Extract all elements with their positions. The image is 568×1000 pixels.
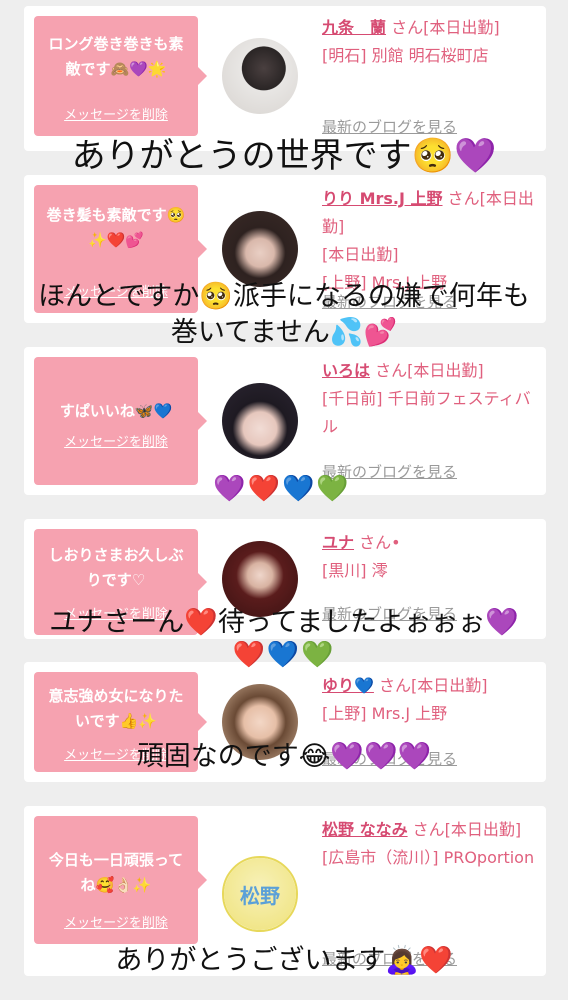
overlay-caption-4a: ユナさーん❤️待ってましたよぉぉぉ💜	[49, 607, 519, 638]
message-text: すぱいいね🦋💙	[59, 402, 173, 420]
overlay-hearts-1: 💜❤️💙💚	[213, 474, 351, 504]
delete-message-link[interactable]: メッセージを削除	[34, 911, 198, 936]
cast-status: さん[本日出勤]	[412, 820, 522, 839]
message-text: 意志強め女になりたいです👍✨	[48, 687, 184, 730]
cast-info: 松野 ななみ さん[本日出勤] [広島市（流川）] PROportion	[322, 816, 536, 872]
message-text: 巻き髪も素敵です🥺✨❤️💕	[46, 206, 186, 249]
cast-location: [黒川] 澪	[322, 561, 388, 580]
avatar-text: 松野	[240, 883, 280, 908]
overlay-caption-2a: ほんとですか🥺派手になるの嫌で何年も	[38, 281, 530, 312]
delete-message-link[interactable]: メッセージを削除	[34, 103, 198, 128]
message-text: 今日も一日頑張ってね🥰👌🏻✨	[48, 851, 184, 894]
cast-name-link[interactable]: ゆり💙	[322, 676, 374, 695]
cast-name-link[interactable]: 松野 ななみ	[322, 820, 408, 839]
cast-name-link[interactable]: ユナ	[322, 533, 354, 552]
cast-info: ユナ さん• [黒川] 澪	[322, 529, 536, 585]
cast-status: さん•	[359, 533, 401, 552]
overlay-caption-1: ありがとうの世界です🥺💜	[71, 136, 497, 176]
avatar[interactable]: 松野	[222, 856, 298, 932]
cast-location: [上野] Mrs.J 上野	[322, 704, 448, 723]
overlay-caption-5: 頑固なのです😂💜💜💜	[136, 741, 432, 772]
overlay-hearts-2: ❤️💙💚	[232, 640, 336, 670]
cast-info: いろは さん[本日出勤] [千日前] 千日前フェスティバル	[322, 357, 536, 441]
message-bubble: すぱいいね🦋💙 メッセージを削除	[34, 357, 207, 485]
avatar-photo: 松野	[224, 858, 296, 930]
cast-name-link[interactable]: いろは	[322, 361, 370, 380]
cast-status: さん[本日出勤]	[379, 676, 488, 695]
message-card: すぱいいね🦋💙 メッセージを削除 いろは さん[本日出勤] [千日前] 千日前フ…	[24, 347, 546, 495]
cast-info: ゆり💙 さん[本日出勤] [上野] Mrs.J 上野	[322, 672, 536, 728]
cast-name-link[interactable]: りり Mrs.J 上野	[322, 189, 443, 208]
cast-status-2: [本日出勤]	[322, 245, 399, 264]
cast-status: さん[本日出勤]	[375, 361, 484, 380]
cast-info: 九条 蘭 さん[本日出勤] [明石] 別館 明石桜町店	[322, 14, 536, 70]
cast-location: [明石] 別館 明石桜町店	[322, 46, 489, 65]
cast-location: [千日前] 千日前フェスティバル	[322, 389, 531, 436]
message-text: ロング巻き巻きも素敵です🙈💜🌟	[48, 35, 184, 78]
message-bubble: ロング巻き巻きも素敵です🙈💜🌟 メッセージを削除	[34, 16, 207, 136]
cast-location: [広島市（流川）] PROportion	[322, 848, 535, 867]
message-bubble: 今日も一日頑張ってね🥰👌🏻✨ メッセージを削除	[34, 816, 207, 944]
avatar-photo	[222, 38, 298, 114]
overlay-caption-2b: 巻いてません💦💕	[170, 317, 398, 348]
avatar-photo	[222, 383, 298, 459]
overlay-caption-6: ありがとうございます🙇‍♀️❤️	[115, 945, 453, 976]
delete-message-link[interactable]: メッセージを削除	[34, 430, 198, 455]
avatar[interactable]	[222, 383, 298, 459]
avatar[interactable]	[222, 38, 298, 114]
cast-status: さん[本日出勤]	[391, 18, 500, 37]
message-text: しおりさまお久しぶりです♡	[48, 546, 184, 589]
cast-name-link[interactable]: 九条 蘭	[322, 18, 386, 37]
